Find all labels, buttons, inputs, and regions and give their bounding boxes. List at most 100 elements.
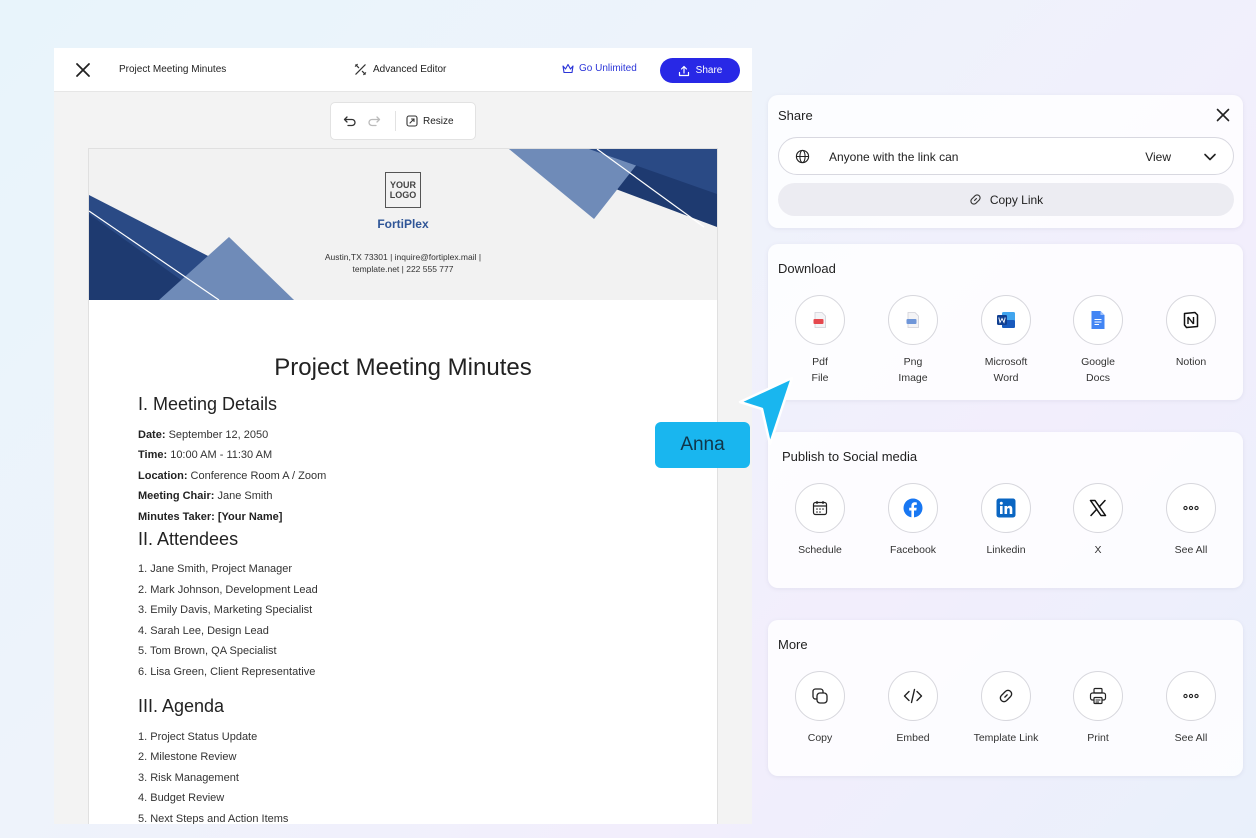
download-label-line1: Google <box>1081 356 1115 368</box>
more-see-all-circle <box>1166 671 1216 721</box>
detail-date: Date: September 12, 2050 <box>138 429 268 441</box>
resize-icon <box>406 115 418 127</box>
advanced-editor-label: Advanced Editor <box>373 64 447 75</box>
download-label-line1: Microsoft <box>984 356 1028 368</box>
editor-window: Project Meeting Minutes Advanced Editor … <box>54 48 752 824</box>
x-logo-icon <box>1089 499 1107 517</box>
undo-button[interactable] <box>339 110 361 132</box>
logo-text-line2: LOGO <box>389 190 417 200</box>
more-label: Copy <box>807 732 833 744</box>
download-pdf-circle <box>795 295 845 345</box>
social-label: Facebook <box>889 544 937 556</box>
more-see-all-button[interactable]: See All <box>1141 671 1241 746</box>
resize-button[interactable]: Resize <box>406 115 454 127</box>
detail-label: Date: <box>138 429 166 441</box>
list-item: 4. Budget Review <box>138 792 225 804</box>
copy-button[interactable]: Copy <box>770 671 870 746</box>
more-label: Print <box>1087 732 1109 744</box>
link-icon <box>999 689 1013 703</box>
more-horizontal-icon <box>1183 505 1199 511</box>
tools-icon <box>354 63 367 76</box>
close-icon[interactable] <box>74 61 92 79</box>
embed-button[interactable]: Embed <box>863 671 963 746</box>
redo-button[interactable] <box>363 110 385 132</box>
download-google-docs-button[interactable]: Google Docs <box>1048 295 1148 386</box>
schedule-circle <box>795 483 845 533</box>
notion-icon <box>1183 311 1199 329</box>
more-horizontal-icon <box>1183 693 1199 699</box>
template-link-button[interactable]: Template Link <box>956 671 1056 746</box>
collaborator-name-tag: Anna <box>655 422 750 468</box>
share-button-label: Share <box>695 65 723 76</box>
print-circle <box>1073 671 1123 721</box>
detail-value: Conference Room A / Zoom <box>187 470 327 482</box>
download-png-button[interactable]: Png Image <box>863 295 963 386</box>
microsoft-word-icon <box>997 312 1015 328</box>
schedule-button[interactable]: Schedule <box>770 483 870 558</box>
close-icon[interactable] <box>1215 107 1231 123</box>
detail-minutes-taker: Minutes Taker: [Your Name] <box>138 511 282 523</box>
go-unlimited-button[interactable]: Go Unlimited <box>562 63 637 74</box>
printer-icon <box>1089 687 1107 705</box>
link-access-select[interactable]: Anyone with the link can View <box>778 137 1234 175</box>
copy-circle <box>795 671 845 721</box>
detail-value: Jane Smith <box>214 490 273 502</box>
download-label: Png Image <box>863 354 963 386</box>
download-label-line1: Pdf <box>812 356 828 368</box>
download-google-docs-circle <box>1073 295 1123 345</box>
more-label: See All <box>1174 732 1208 744</box>
list-item: 1. Jane Smith, Project Manager <box>138 563 293 575</box>
code-icon <box>903 688 923 704</box>
download-notion-circle <box>1166 295 1216 345</box>
editor-toolbar: Resize <box>330 102 476 140</box>
download-word-circle <box>981 295 1031 345</box>
facebook-button[interactable]: Facebook <box>863 483 963 558</box>
logo-text-line1: YOUR <box>389 180 416 190</box>
share-button[interactable]: Share <box>660 58 740 83</box>
section-attendees: II. Attendees <box>138 529 239 549</box>
download-word-button[interactable]: Microsoft Word <box>956 295 1056 386</box>
social-label: See All <box>1174 544 1208 556</box>
brand-name: FortiPlex <box>377 217 429 231</box>
address: Austin,TX 73301 | inquire@fortiplex.mail… <box>289 251 517 275</box>
social-see-all-button[interactable]: See All <box>1141 483 1241 558</box>
globe-icon <box>795 149 810 164</box>
detail-value: September 12, 2050 <box>165 429 269 441</box>
document-title-heading: Project Meeting Minutes <box>274 354 532 381</box>
undo-icon <box>343 116 356 127</box>
social-panel-title: Publish to Social media <box>782 449 918 464</box>
chevron-down-icon <box>1204 153 1216 161</box>
advanced-editor-button[interactable]: Advanced Editor <box>354 63 446 76</box>
document-page[interactable]: YOUR LOGO FortiPlex Austin,TX 73301 | in… <box>88 148 718 824</box>
png-image-icon <box>906 312 919 328</box>
share-panel-title: Share <box>778 108 813 123</box>
download-label-line2: Image <box>898 372 928 384</box>
list-item: 3. Risk Management <box>138 772 239 784</box>
copy-link-button[interactable]: Copy Link <box>778 183 1234 216</box>
template-link-circle <box>981 671 1031 721</box>
your-logo-placeholder: YOUR LOGO <box>385 172 421 208</box>
list-item: 3. Emily Davis, Marketing Specialist <box>138 604 313 616</box>
copy-icon <box>812 688 828 704</box>
print-button[interactable]: Print <box>1048 671 1148 746</box>
x-circle <box>1073 483 1123 533</box>
permission-value: View <box>1145 150 1171 164</box>
more-label: Embed <box>896 732 930 744</box>
detail-label: Time: <box>138 449 168 461</box>
detail-value: 10:00 AM - 11:30 AM <box>167 449 273 461</box>
pdf-file-icon <box>813 312 826 328</box>
editor-topbar: Project Meeting Minutes Advanced Editor … <box>54 48 752 92</box>
x-button[interactable]: X <box>1048 483 1148 558</box>
download-pdf-button[interactable]: Pdf File <box>770 295 870 386</box>
download-label-line2: Word <box>993 372 1019 384</box>
download-notion-button[interactable]: Notion <box>1141 295 1241 370</box>
more-panel: More Copy Embed Template Link Print See … <box>768 620 1243 776</box>
download-label: Microsoft Word <box>956 354 1056 386</box>
detail-label: Minutes Taker: [Your Name] <box>138 511 283 523</box>
download-panel: Download Pdf File Png Image Microsoft Wo… <box>768 244 1243 400</box>
address-line2: template.net | 222 555 777 <box>352 264 454 274</box>
section-meeting-details: I. Meeting Details <box>138 394 278 414</box>
detail-label: Location: <box>138 470 188 482</box>
facebook-icon <box>903 498 923 518</box>
linkedin-button[interactable]: Linkedin <box>956 483 1056 558</box>
